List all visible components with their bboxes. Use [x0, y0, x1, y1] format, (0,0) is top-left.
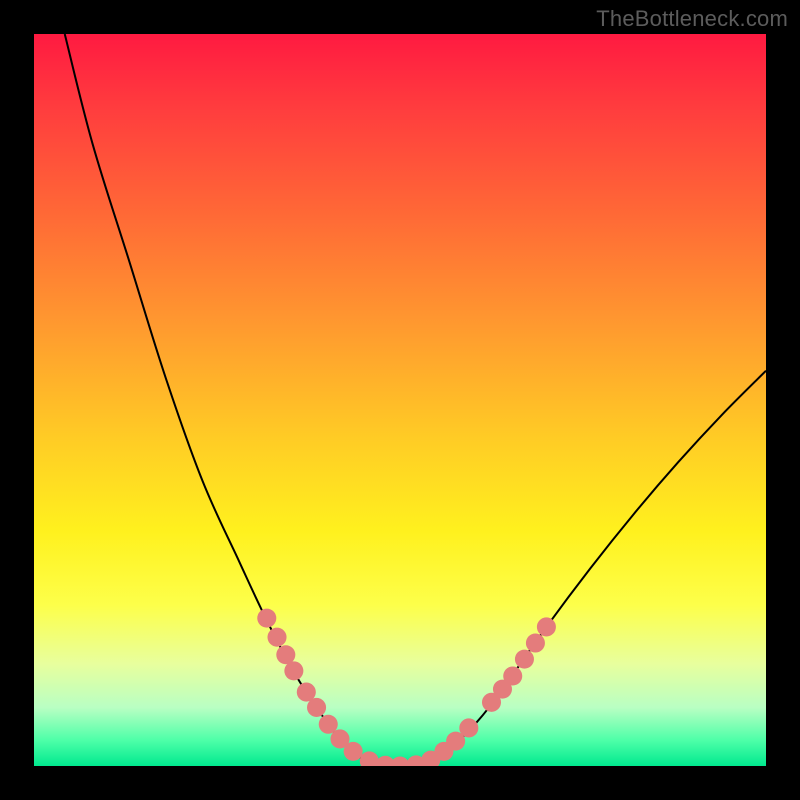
background-gradient	[34, 34, 766, 766]
marker-dot	[515, 650, 534, 669]
marker-dot	[257, 609, 276, 628]
marker-dot	[307, 698, 326, 717]
outer-frame: TheBottleneck.com	[0, 0, 800, 800]
marker-dot	[276, 645, 295, 664]
marker-dot	[459, 718, 478, 737]
marker-dot	[537, 617, 556, 636]
plot-area	[34, 34, 766, 766]
watermark-text: TheBottleneck.com	[596, 6, 788, 32]
marker-dot	[526, 634, 545, 653]
marker-dot	[284, 661, 303, 680]
marker-dot	[344, 742, 363, 761]
marker-dot	[268, 628, 287, 647]
marker-dot	[503, 666, 522, 685]
chart-svg	[34, 34, 766, 766]
